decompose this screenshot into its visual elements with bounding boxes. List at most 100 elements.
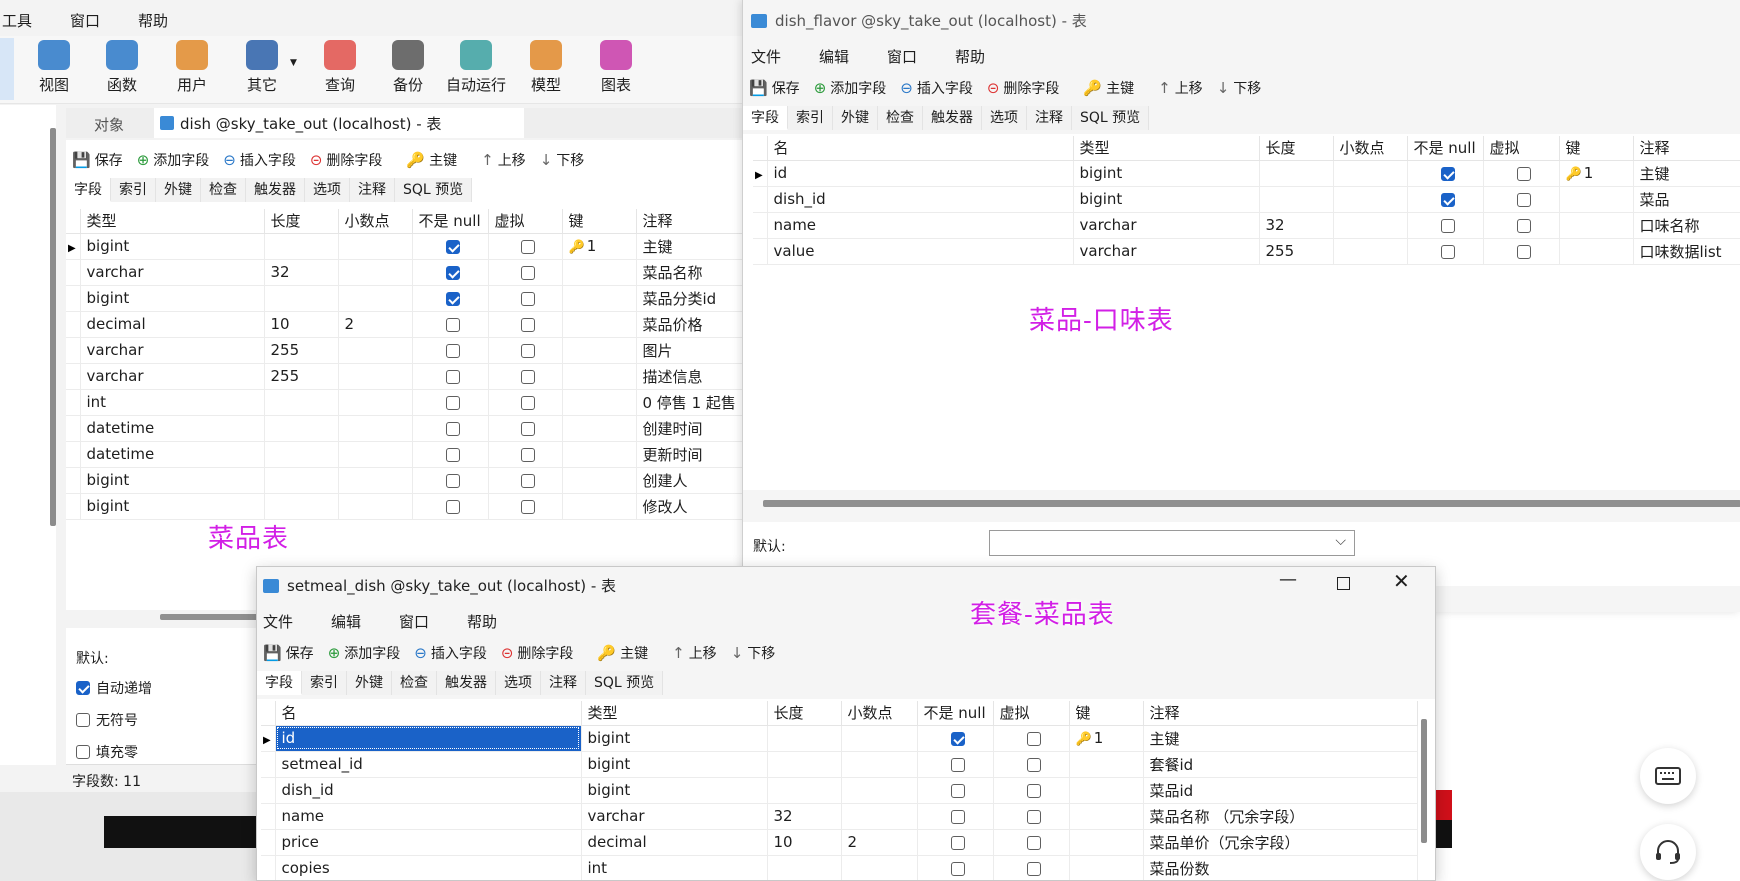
length-cell[interactable] — [767, 855, 842, 880]
tab-2[interactable]: 外键 — [156, 178, 201, 202]
ribbon-function-button[interactable]: 函数 — [86, 40, 158, 95]
virtual-cell[interactable] — [1483, 212, 1560, 239]
type-cell[interactable]: varchar — [80, 363, 265, 390]
column-header[interactable]: 虚拟 — [993, 701, 1070, 726]
column-header[interactable]: 不是 null — [412, 209, 489, 234]
tab-6[interactable]: 注释 — [1027, 106, 1072, 130]
flavor-grid-scrollbar[interactable] — [763, 500, 1740, 507]
checkbox[interactable] — [446, 447, 460, 462]
field-name-cell[interactable]: setmeal_id — [275, 751, 582, 778]
type-cell[interactable]: varchar — [1073, 212, 1260, 239]
tab-3[interactable]: 检查 — [201, 178, 246, 202]
field-name-cell[interactable]: id — [767, 160, 1074, 187]
comment-cell[interactable]: 主键 — [1633, 160, 1740, 187]
menu-item[interactable]: 帮助 — [955, 46, 985, 67]
not-null-cell[interactable] — [412, 285, 489, 312]
virtual-cell[interactable] — [993, 777, 1070, 804]
key-cell[interactable] — [562, 415, 637, 442]
tab-1[interactable]: 索引 — [788, 106, 833, 130]
not-null-cell[interactable] — [917, 751, 994, 778]
checkbox[interactable] — [521, 239, 535, 254]
virtual-cell[interactable] — [488, 467, 563, 494]
comment-cell[interactable]: 口味数据list — [1633, 238, 1740, 265]
primary-key-button[interactable]: 🔑 主键 — [1083, 78, 1134, 98]
decimal-cell[interactable] — [1333, 186, 1408, 213]
checkbox[interactable] — [521, 421, 535, 436]
main-grid-scrollbar[interactable] — [160, 614, 270, 620]
save-button[interactable]: 💾 保存 — [749, 78, 800, 98]
menu-item[interactable]: 窗口 — [887, 46, 917, 67]
length-cell[interactable] — [264, 441, 339, 468]
column-header[interactable]: 不是 null — [1407, 136, 1484, 161]
decimal-cell[interactable] — [338, 467, 413, 494]
virtual-cell[interactable] — [993, 803, 1070, 830]
checkbox[interactable] — [1517, 244, 1531, 259]
field-name-cell[interactable]: name — [767, 212, 1074, 239]
comment-cell[interactable]: 菜品 — [1633, 186, 1740, 213]
option-checkbox-row[interactable]: 自动递增 — [76, 678, 152, 698]
checkbox[interactable] — [446, 317, 460, 332]
checkbox[interactable] — [521, 369, 535, 384]
key-cell[interactable] — [1559, 238, 1634, 265]
ribbon-view-button[interactable]: 视图 — [18, 40, 90, 95]
field-name-cell[interactable]: id — [275, 725, 582, 752]
column-header[interactable]: 虚拟 — [1483, 136, 1560, 161]
column-header[interactable]: 键 — [1069, 701, 1144, 726]
primary-key-button[interactable]: 🔑 主键 — [406, 150, 457, 170]
tab-5[interactable]: 选项 — [496, 671, 541, 695]
tab-0[interactable]: 字段 — [743, 106, 788, 130]
checkbox[interactable] — [446, 499, 460, 514]
not-null-cell[interactable] — [412, 233, 489, 260]
decimal-cell[interactable] — [338, 233, 413, 260]
key-cell[interactable] — [1069, 803, 1144, 830]
move-up-button[interactable]: ↑ 上移 — [1158, 78, 1203, 98]
ribbon-query-button[interactable]: 查询 — [304, 40, 376, 95]
field-name-cell[interactable]: value — [767, 238, 1074, 265]
table-row[interactable]: datetime 创建时间 — [66, 415, 745, 442]
save-button[interactable]: 💾 保存 — [263, 643, 314, 663]
type-cell[interactable]: bigint — [80, 285, 265, 312]
virtual-cell[interactable] — [488, 493, 563, 520]
insert-field-button[interactable]: ⊖ 插入字段 — [414, 643, 487, 663]
type-cell[interactable]: varchar — [581, 803, 768, 830]
length-cell[interactable]: 10 — [264, 311, 339, 338]
not-null-cell[interactable] — [412, 363, 489, 390]
decimal-cell[interactable] — [1333, 238, 1408, 265]
table-row[interactable]: name varchar 32 菜品名称 （冗余字段） — [261, 803, 1418, 830]
type-cell[interactable]: bigint — [581, 777, 768, 804]
checkbox[interactable] — [521, 317, 535, 332]
column-header[interactable]: 键 — [1559, 136, 1634, 161]
ribbon-model-button[interactable]: 模型 — [510, 40, 582, 95]
length-cell[interactable] — [767, 777, 842, 804]
checkbox[interactable] — [521, 499, 535, 514]
table-row[interactable]: varchar 255 描述信息 — [66, 363, 745, 390]
menu-item[interactable]: 帮助 — [138, 10, 168, 31]
ribbon-backup-button[interactable]: 备份 — [372, 40, 444, 95]
tab-6[interactable]: 注释 — [350, 178, 395, 202]
comment-cell[interactable]: 0 停售 1 起售 — [636, 389, 745, 416]
ribbon-tools-button[interactable]: 其它 — [226, 40, 298, 95]
decimal-cell[interactable] — [841, 855, 918, 880]
checkbox[interactable] — [1441, 218, 1455, 233]
checkbox[interactable] — [951, 809, 965, 824]
checkbox[interactable] — [1027, 783, 1041, 798]
checkbox[interactable] — [1441, 166, 1455, 181]
checkbox[interactable] — [1441, 192, 1455, 207]
tab-7[interactable]: SQL 预览 — [395, 178, 473, 202]
setmeal-grid-scrollbar[interactable] — [1421, 719, 1427, 843]
type-cell[interactable]: datetime — [80, 441, 265, 468]
checkbox[interactable] — [76, 681, 90, 695]
checkbox[interactable] — [951, 731, 965, 746]
checkbox[interactable] — [521, 447, 535, 462]
virtual-cell[interactable] — [488, 285, 563, 312]
length-cell[interactable] — [767, 725, 842, 752]
decimal-cell[interactable] — [1333, 160, 1408, 187]
tab-1[interactable]: 索引 — [302, 671, 347, 695]
type-cell[interactable]: bigint — [581, 725, 768, 752]
tab-5[interactable]: 选项 — [305, 178, 350, 202]
length-cell[interactable] — [1259, 160, 1334, 187]
column-header[interactable]: 注释 — [1143, 701, 1418, 726]
virtual-cell[interactable] — [488, 337, 563, 364]
checkbox[interactable] — [76, 713, 90, 727]
comment-cell[interactable]: 菜品名称 — [636, 259, 745, 286]
